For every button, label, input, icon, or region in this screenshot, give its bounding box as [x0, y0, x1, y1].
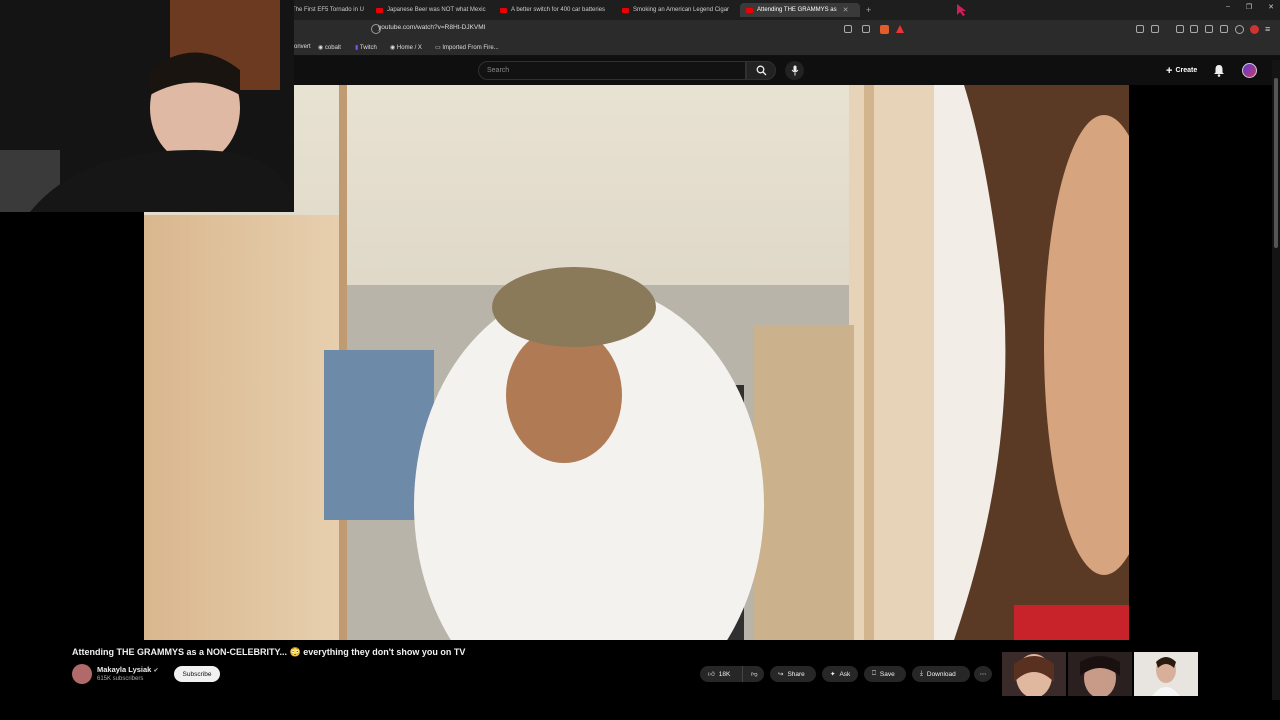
thumbnail-image [1002, 652, 1066, 696]
brave-shield-icon[interactable] [880, 25, 889, 34]
youtube-icon [622, 7, 629, 13]
tab-label: Smoking an American Legend Cigar [633, 7, 730, 13]
x-icon: ◉ [390, 45, 397, 51]
share-button[interactable]: ↪ Share [770, 666, 816, 682]
subscribe-button[interactable]: Subscribe [174, 666, 220, 682]
recommended-video-thumbnail[interactable] [1134, 652, 1198, 696]
tab-active[interactable]: Attending THE GRAMMYS as ✕ [740, 3, 860, 17]
save-button[interactable]: ⎕ Save [864, 666, 906, 682]
voice-search-button[interactable] [785, 61, 804, 80]
channel-name[interactable]: Makayla Lysiak ✔ [97, 665, 158, 674]
channel-avatar[interactable] [72, 664, 92, 684]
notifications-button[interactable] [1213, 64, 1225, 82]
extensions-puzzle-icon[interactable] [1220, 25, 1228, 33]
youtube-icon [746, 7, 753, 13]
new-tab-button[interactable]: + [866, 3, 871, 17]
window-controls: – ❐ ✕ [1226, 3, 1274, 11]
plus-icon: + [1166, 64, 1173, 77]
search-icon [756, 65, 766, 76]
globe-icon: ◉ [318, 45, 325, 51]
create-label: Create [1175, 67, 1198, 74]
share-icon: ↪ [778, 671, 784, 678]
account-avatar[interactable] [1242, 63, 1257, 78]
thumbnail-image [1134, 652, 1198, 696]
verified-icon: ✔ [153, 668, 159, 674]
download-icon: ⤓ [920, 670, 923, 677]
youtube-icon [376, 7, 383, 13]
thumbs-up-icon: 👍︎ [708, 671, 715, 678]
close-window-icon[interactable]: ✕ [1268, 3, 1274, 11]
share-label: Share [787, 670, 805, 678]
search-input[interactable]: Search [478, 61, 746, 80]
bookmark-item[interactable]: ▮ Twitch [355, 44, 377, 51]
menu-icon[interactable]: ≡ [1265, 24, 1270, 34]
microphone-icon [791, 65, 798, 76]
extension-icon[interactable] [1136, 25, 1144, 33]
subscriber-count: 615K subscribers [97, 676, 144, 682]
ask-button[interactable]: ✦ Ask [822, 666, 858, 682]
channel-name-label: Makayla Lysiak [97, 665, 152, 674]
close-tab-icon[interactable]: ✕ [843, 6, 849, 14]
bookmark-folder[interactable]: ▭ Imported From Fire... [435, 44, 499, 51]
vpn-icon[interactable] [1235, 25, 1244, 34]
recommended-video-thumbnail[interactable] [1002, 652, 1066, 696]
profile-icon[interactable] [1250, 25, 1259, 34]
tab-label: Attending THE GRAMMYS as [757, 7, 837, 13]
tab-label: A better switch for 400 car batteries [511, 7, 606, 13]
thumbs-down-icon: 👎︎ [751, 671, 758, 678]
download-label: Download [926, 670, 956, 678]
tab-label: The First EF5 Tornado in U [292, 7, 364, 13]
more-actions-button[interactable]: ⋯ [974, 666, 992, 682]
screen-icon[interactable] [844, 25, 852, 33]
reading-list-icon[interactable] [1205, 25, 1213, 33]
extension-icon[interactable] [1151, 25, 1159, 33]
webcam-overlay [0, 0, 294, 212]
like-count: 18K [718, 670, 731, 678]
thumbnail-image [1068, 652, 1132, 696]
tab[interactable]: Japanese Beer was NOT what Mexic [376, 3, 488, 17]
bookmark-item[interactable]: onvert [294, 44, 311, 50]
more-icon: ⋯ [979, 671, 987, 678]
tab[interactable]: Smoking an American Legend Cigar [622, 3, 732, 17]
bookmark-label: Home / X [396, 45, 422, 51]
like-button[interactable]: 👍︎ 18K [700, 666, 742, 682]
tab[interactable]: The First EF5 Tornado in U [292, 3, 364, 17]
bookmark-label: Twitch [359, 45, 377, 51]
webcam-frame [0, 0, 294, 212]
restore-icon[interactable]: ❐ [1246, 3, 1252, 11]
video-title: Attending THE GRAMMYS as a NON-CELEBRITY… [72, 647, 466, 657]
bookmark-label: cobalt [324, 45, 341, 51]
recommended-video-thumbnail[interactable] [1068, 652, 1132, 696]
rewards-icon[interactable] [896, 25, 904, 33]
bookmark-label: Imported From Fire... [442, 45, 499, 51]
share-page-icon[interactable] [862, 25, 870, 33]
bell-icon [1214, 65, 1224, 77]
minimize-icon[interactable]: – [1226, 3, 1230, 11]
save-label: Save [879, 670, 895, 678]
create-button[interactable]: + Create [1160, 62, 1203, 79]
bookmark-save-icon: ⎕ [872, 670, 876, 677]
url-field[interactable]: youtube.com/watch?v=R8Ht-DJKVMI [378, 24, 485, 31]
bookmark-item[interactable]: ◉ Home / X [390, 44, 422, 51]
tab[interactable]: A better switch for 400 car batteries [500, 3, 608, 17]
dislike-button[interactable]: 👎︎ [742, 666, 764, 682]
youtube-icon [500, 7, 507, 13]
music-icon[interactable] [1176, 25, 1184, 33]
ask-label: Ask [839, 670, 851, 678]
sidebar-icon[interactable] [1190, 25, 1198, 33]
bookmark-item[interactable]: ◉ cobalt [318, 44, 341, 51]
scrollbar-thumb[interactable] [1274, 78, 1278, 248]
download-button[interactable]: ⤓ Download [912, 666, 970, 682]
tab-label: Japanese Beer was NOT what Mexic [387, 7, 486, 13]
search-button[interactable] [746, 61, 776, 80]
sparkle-icon: ✦ [830, 671, 836, 678]
